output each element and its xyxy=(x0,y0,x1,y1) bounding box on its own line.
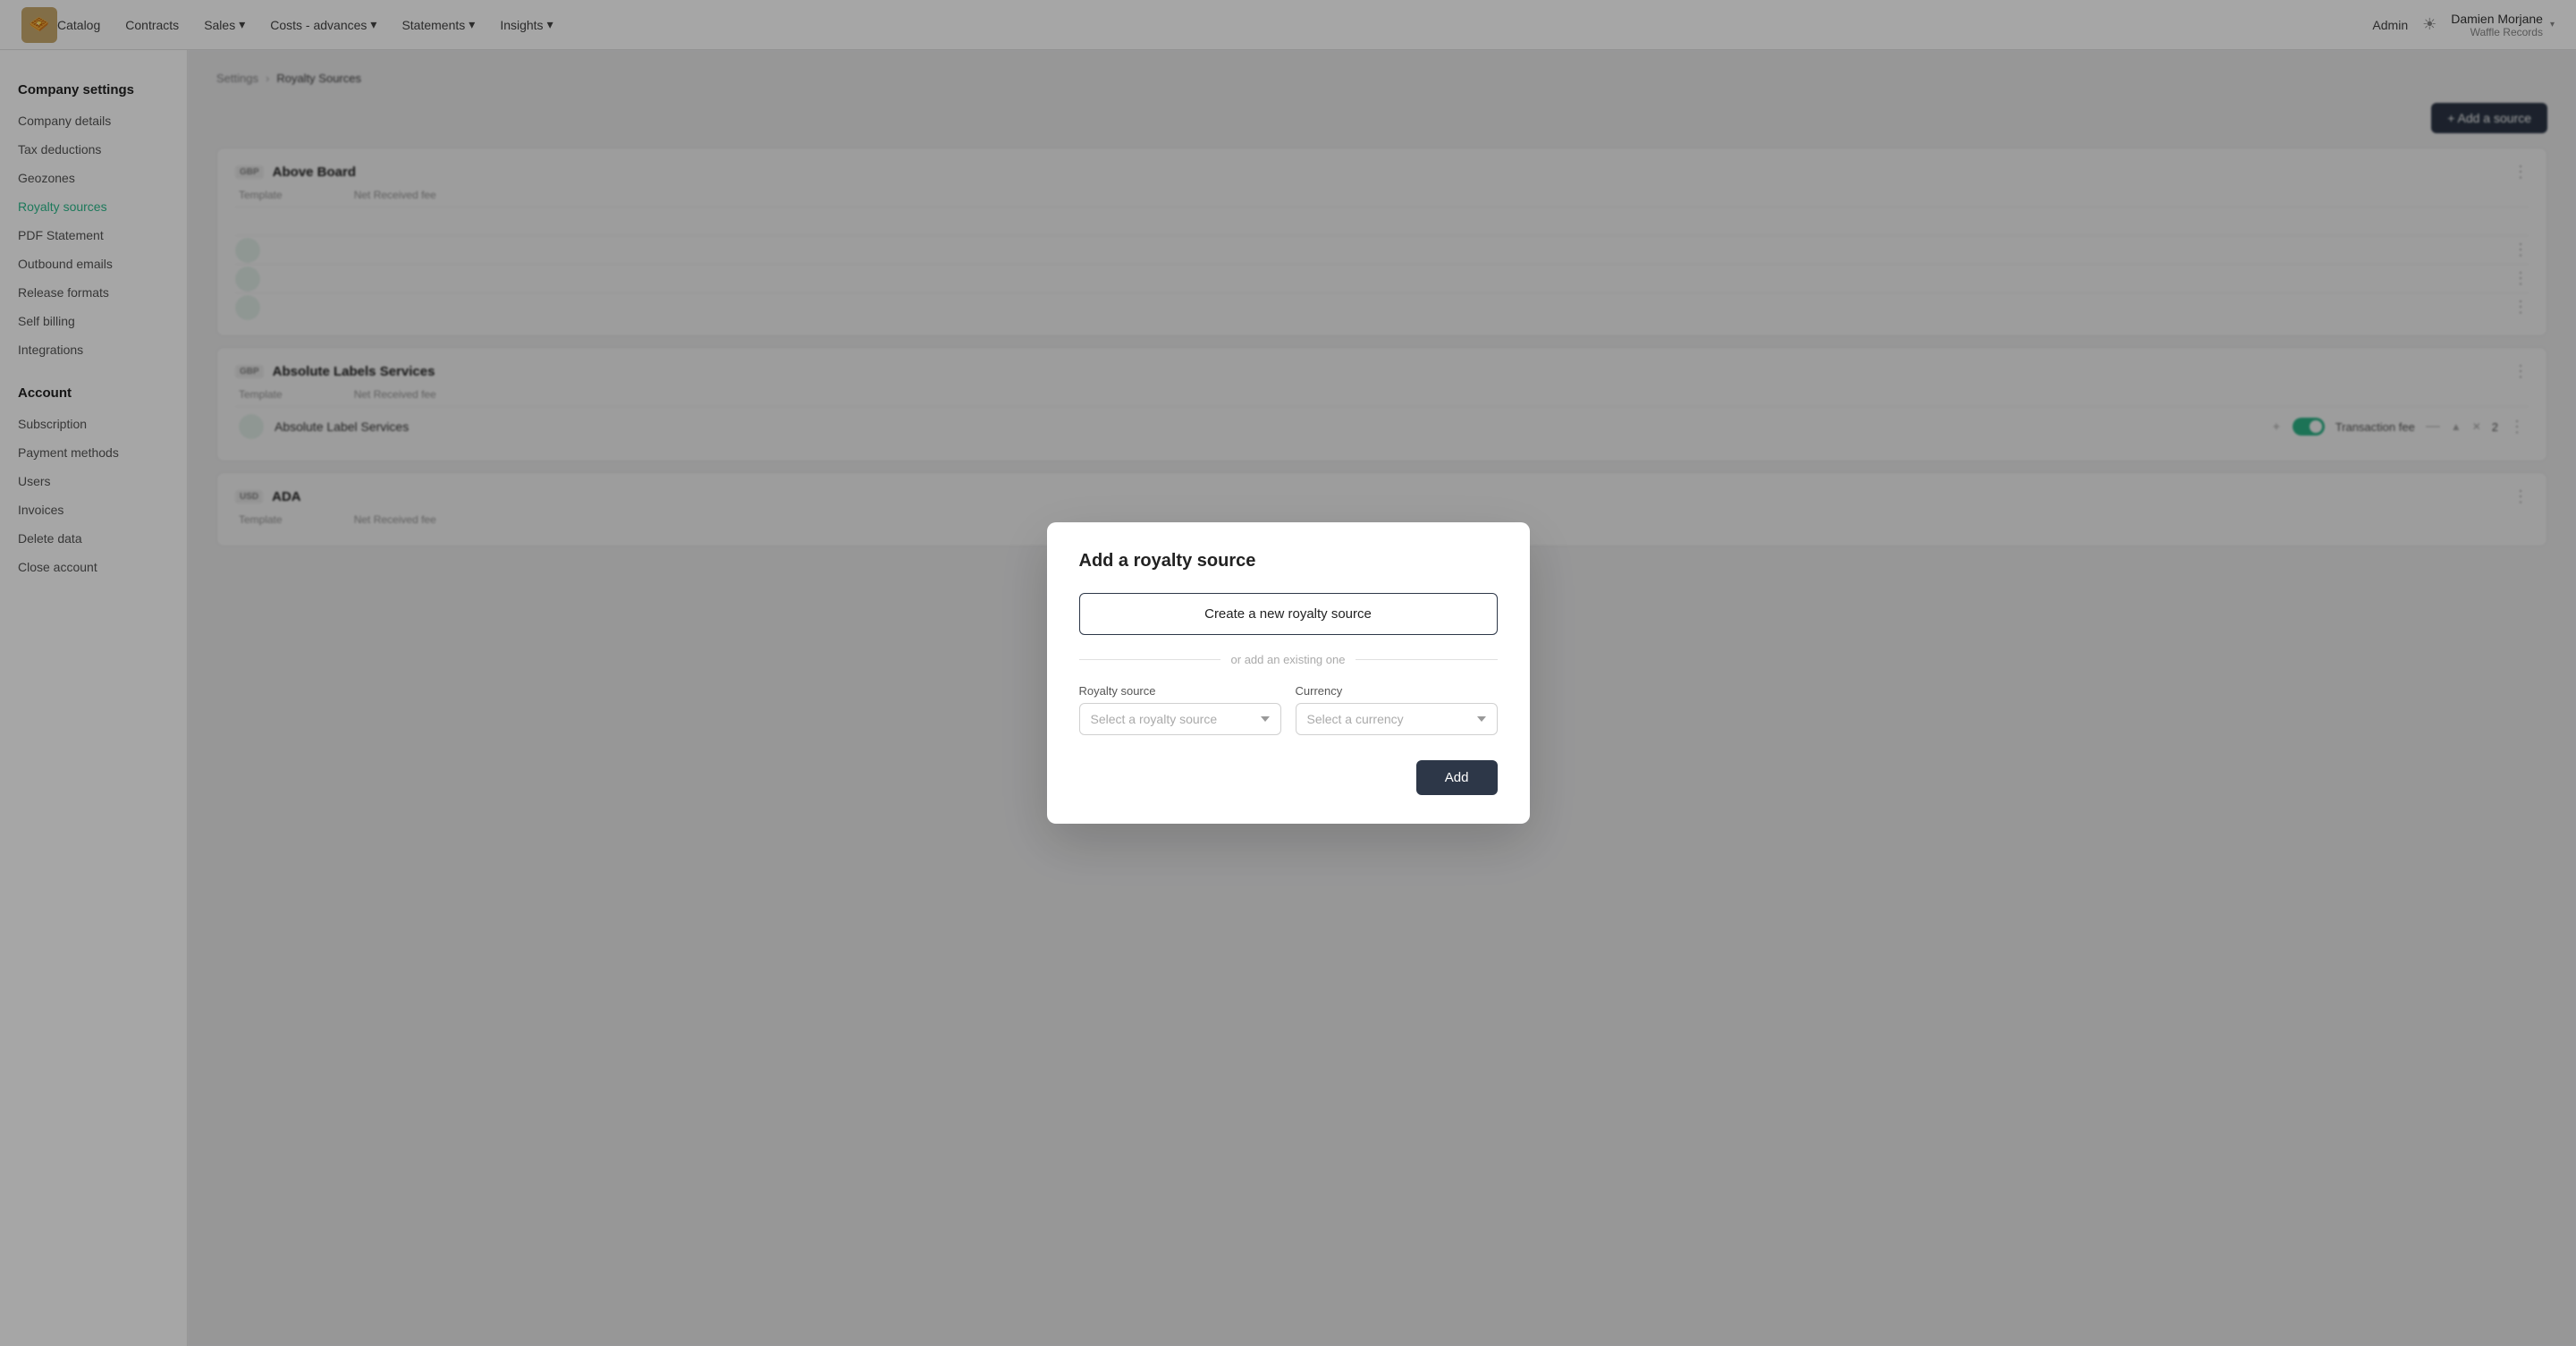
currency-select-wrapper: Select a currency xyxy=(1296,703,1498,735)
modal-field-currency: Currency Select a currency xyxy=(1296,684,1498,735)
modal-field-royalty-source: Royalty source Select a royalty source xyxy=(1079,684,1281,735)
modal-overlay: Add a royalty source Create a new royalt… xyxy=(0,0,2576,1346)
royalty-source-label: Royalty source xyxy=(1079,684,1281,698)
modal-fields: Royalty source Select a royalty source C… xyxy=(1079,684,1498,735)
modal-add-royalty-source: Add a royalty source Create a new royalt… xyxy=(1047,522,1530,824)
create-new-royalty-source-button[interactable]: Create a new royalty source xyxy=(1079,593,1498,635)
royalty-source-select[interactable]: Select a royalty source xyxy=(1079,703,1281,735)
currency-select[interactable]: Select a currency xyxy=(1296,703,1498,735)
modal-footer: Add xyxy=(1079,760,1498,795)
royalty-source-select-wrapper: Select a royalty source xyxy=(1079,703,1281,735)
modal-add-button[interactable]: Add xyxy=(1416,760,1498,795)
modal-title: Add a royalty source xyxy=(1079,551,1498,571)
modal-divider: or add an existing one xyxy=(1079,653,1498,666)
currency-label: Currency xyxy=(1296,684,1498,698)
